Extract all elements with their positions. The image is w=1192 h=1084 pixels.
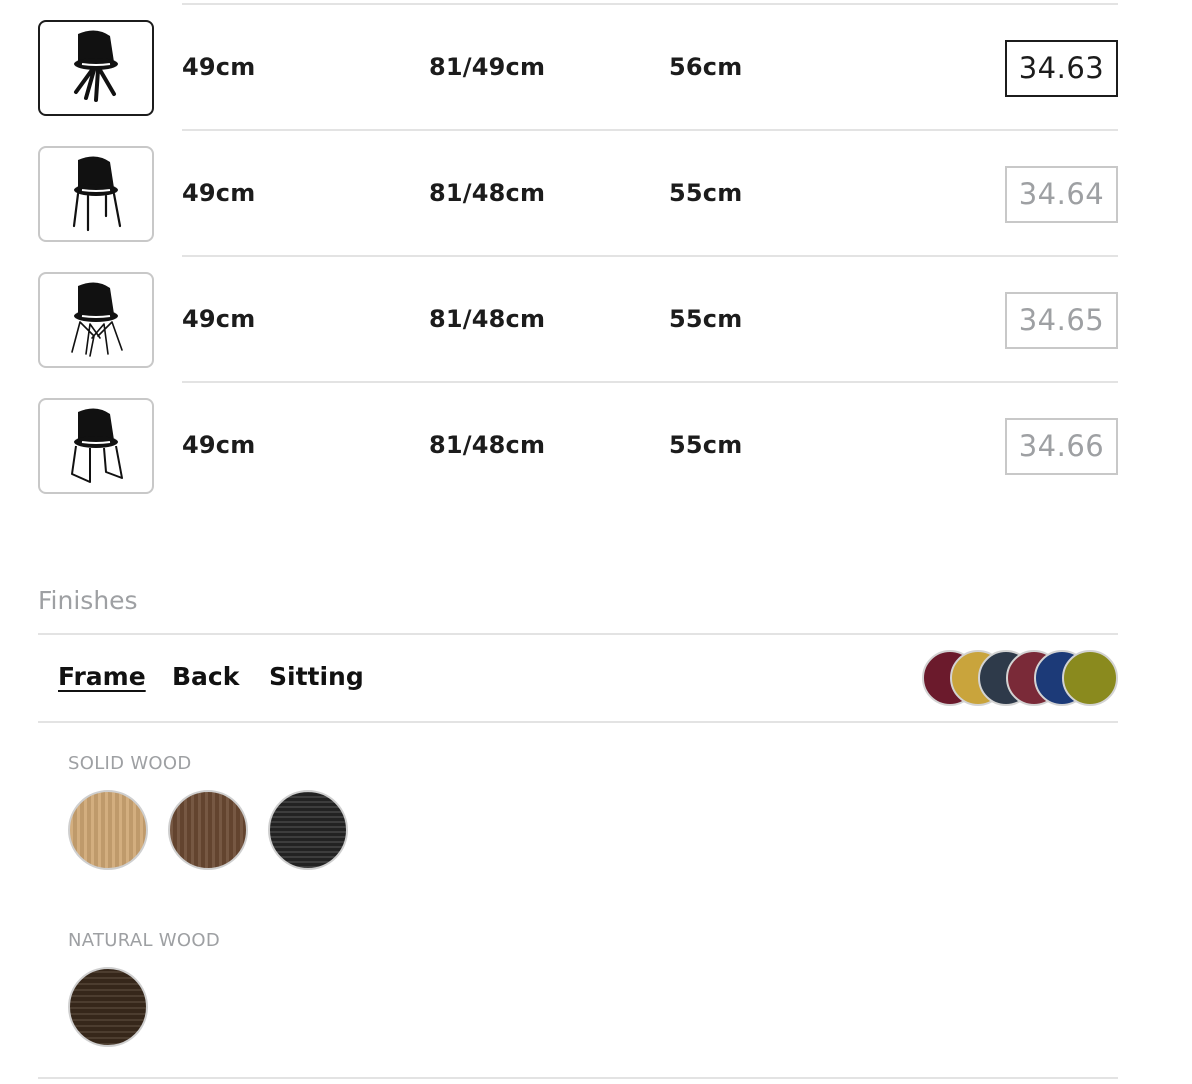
- height-value: 81/49cm: [429, 53, 546, 81]
- fabric-swatch: [1062, 650, 1118, 706]
- natural-wood-label: NATURAL WOOD: [68, 930, 220, 951]
- wood-swatch-black[interactable]: [268, 790, 348, 870]
- variant-thumbnail[interactable]: [38, 146, 154, 242]
- width-value: 49cm: [182, 53, 256, 81]
- product-code-button[interactable]: 34.63: [1005, 40, 1118, 97]
- table-row: 49cm 81/48cm 55cm 34.64: [0, 131, 1192, 257]
- wood-swatch-light-oak[interactable]: [68, 790, 148, 870]
- product-code-button[interactable]: 34.66: [1005, 418, 1118, 475]
- height-value: 81/48cm: [429, 179, 546, 207]
- finishes-heading: Finishes: [38, 586, 138, 615]
- depth-value: 56cm: [669, 53, 743, 81]
- height-value: 81/48cm: [429, 305, 546, 333]
- wire-base-chair-icon: [71, 282, 123, 357]
- solid-wood-label: SOLID WOOD: [68, 753, 192, 774]
- width-value: 49cm: [182, 431, 256, 459]
- variant-thumbnail[interactable]: [38, 272, 154, 368]
- wood-swatch-dark[interactable]: [68, 967, 148, 1047]
- width-value: 49cm: [182, 179, 256, 207]
- four-leg-chair-icon: [72, 156, 122, 232]
- table-row: 49cm 81/48cm 55cm 34.65: [0, 257, 1192, 383]
- variant-thumbnail[interactable]: [38, 20, 154, 116]
- height-value: 81/48cm: [429, 431, 546, 459]
- tabs-divider: [38, 721, 1118, 723]
- table-row: 49cm 81/49cm 56cm 34.63: [0, 5, 1192, 131]
- product-code-button[interactable]: 34.65: [1005, 292, 1118, 349]
- depth-value: 55cm: [669, 179, 743, 207]
- tab-sitting[interactable]: Sitting: [269, 662, 364, 691]
- wood-swatch-walnut[interactable]: [168, 790, 248, 870]
- variant-thumbnail[interactable]: [38, 398, 154, 494]
- sled-base-chair-icon: [71, 408, 123, 483]
- depth-value: 55cm: [669, 305, 743, 333]
- depth-value: 55cm: [669, 431, 743, 459]
- table-row: 49cm 81/48cm 55cm 34.66: [0, 383, 1192, 509]
- width-value: 49cm: [182, 305, 256, 333]
- tab-back[interactable]: Back: [172, 662, 239, 691]
- finishes-divider: [38, 633, 1118, 635]
- swivel-chair-icon: [74, 30, 118, 102]
- fabric-color-preview[interactable]: [922, 650, 1118, 706]
- product-code-button[interactable]: 34.64: [1005, 166, 1118, 223]
- tab-frame[interactable]: Frame: [58, 662, 146, 691]
- bottom-divider: [38, 1077, 1118, 1079]
